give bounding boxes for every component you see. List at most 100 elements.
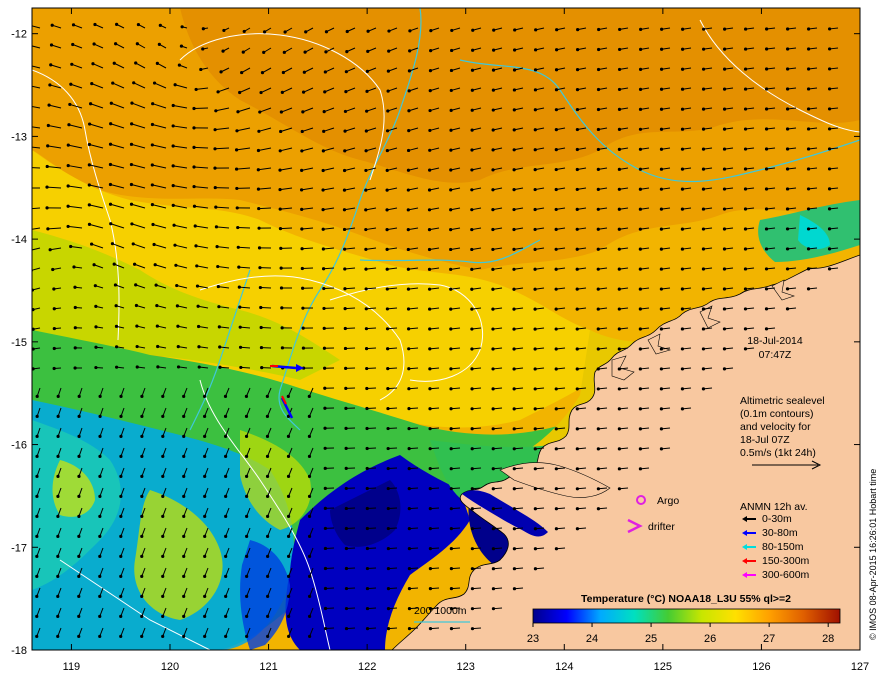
velocity-arrowhead bbox=[617, 367, 621, 371]
velocity-arrowhead bbox=[680, 347, 685, 351]
velocity-arrowhead bbox=[28, 249, 31, 252]
velocity-arrowhead bbox=[428, 327, 432, 331]
velocity-arrowhead bbox=[701, 87, 706, 91]
velocity-arrowhead bbox=[764, 167, 769, 171]
velocity-arrowhead bbox=[323, 486, 327, 490]
velocity-arrowhead bbox=[596, 387, 600, 391]
velocity-arrowhead bbox=[182, 494, 186, 498]
velocity-arrowhead bbox=[323, 70, 327, 74]
velocity-arrowhead bbox=[238, 305, 242, 309]
velocity-arrowhead bbox=[512, 88, 517, 92]
velocity-arrowhead bbox=[638, 367, 642, 371]
velocity-arrowhead bbox=[266, 594, 270, 599]
velocity-arrowhead bbox=[150, 143, 154, 147]
velocity-arrowhead bbox=[258, 266, 262, 270]
velocity-arrowhead bbox=[203, 514, 207, 519]
velocity-arrowhead bbox=[827, 167, 832, 171]
velocity-arrowhead bbox=[224, 574, 228, 579]
velocity-arrowhead bbox=[119, 494, 123, 498]
velocity-arrowhead bbox=[470, 168, 474, 172]
velocity-arrowhead bbox=[512, 587, 517, 591]
velocity-arrowhead bbox=[56, 554, 60, 559]
velocity-arrowhead bbox=[56, 634, 60, 639]
velocity-arrowhead bbox=[132, 81, 136, 85]
velocity-arrowhead bbox=[722, 227, 727, 231]
velocity-arrowhead bbox=[491, 108, 495, 112]
velocity-arrowhead bbox=[234, 148, 239, 152]
y-tick-label: -12 bbox=[11, 29, 27, 41]
velocity-arrowhead bbox=[281, 70, 285, 75]
velocity-arrowhead bbox=[224, 534, 228, 539]
velocity-arrowhead bbox=[203, 494, 207, 498]
velocity-arrowhead bbox=[701, 47, 706, 51]
velocity-arrowhead bbox=[386, 446, 390, 451]
velocity-arrowhead bbox=[98, 594, 102, 599]
velocity-arrowhead bbox=[406, 287, 411, 291]
velocity-arrowhead bbox=[192, 204, 197, 208]
velocity-arrowhead bbox=[512, 68, 517, 72]
velocity-arrowhead bbox=[323, 506, 327, 510]
velocity-arrowhead bbox=[533, 327, 537, 331]
velocity-arrowhead bbox=[321, 227, 325, 231]
velocity-arrowhead bbox=[304, 30, 308, 34]
velocity-arrowhead bbox=[343, 109, 348, 114]
velocity-arrowhead bbox=[77, 414, 81, 418]
velocity-arrowhead bbox=[302, 70, 306, 74]
velocity-arrowhead bbox=[385, 267, 389, 271]
velocity-arrowhead bbox=[764, 87, 769, 91]
velocity-arrowhead bbox=[192, 165, 196, 169]
velocity-arrowhead bbox=[161, 434, 165, 438]
velocity-arrowhead bbox=[119, 434, 123, 438]
velocity-arrowhead bbox=[617, 167, 621, 171]
velocity-arrowhead bbox=[512, 108, 516, 112]
velocity-arrowhead bbox=[764, 247, 769, 251]
velocity-arrowhead bbox=[94, 304, 98, 308]
colorbar-title: Temperature (°C) NOAA18_L3U 55% ql>=2 bbox=[581, 593, 791, 605]
velocity-arrowhead bbox=[806, 287, 811, 291]
velocity-arrowhead bbox=[512, 267, 516, 271]
velocity-arrowhead bbox=[324, 50, 328, 54]
velocity-arrowhead bbox=[554, 407, 558, 411]
velocity-arrowhead bbox=[112, 262, 116, 266]
velocity-arrowhead bbox=[35, 554, 39, 559]
velocity-arrowhead bbox=[203, 414, 207, 418]
velocity-arrowhead bbox=[150, 122, 155, 127]
velocity-arrowhead bbox=[449, 527, 453, 531]
velocity-arrowhead bbox=[129, 162, 134, 167]
velocity-arrowhead bbox=[386, 367, 390, 371]
velocity-arrowhead bbox=[428, 168, 432, 172]
velocity-arrowhead bbox=[407, 567, 412, 571]
velocity-arrowhead bbox=[449, 407, 453, 411]
velocity-arrowhead bbox=[265, 414, 270, 418]
velocity-arrowhead bbox=[323, 526, 328, 531]
velocity-arrowhead bbox=[366, 29, 370, 33]
velocity-arrowhead bbox=[554, 447, 558, 451]
velocity-arrowhead bbox=[492, 48, 496, 52]
velocity-arrowhead bbox=[279, 110, 283, 114]
velocity-arrowhead bbox=[617, 407, 621, 411]
velocity-arrowhead bbox=[245, 574, 249, 579]
velocity-arrowhead bbox=[764, 207, 769, 211]
velocity-arrowhead bbox=[554, 227, 558, 231]
velocity-arrowhead bbox=[197, 345, 201, 349]
velocity-arrowhead bbox=[365, 109, 369, 113]
velocity-arrowhead bbox=[428, 307, 432, 311]
x-tick-label: 122 bbox=[358, 661, 376, 673]
velocity-arrowhead bbox=[512, 347, 516, 351]
velocity-arrowhead bbox=[344, 466, 348, 471]
velocity-arrowhead bbox=[244, 414, 249, 418]
velocity-arrowhead bbox=[743, 207, 748, 211]
velocity-arrowhead bbox=[287, 634, 291, 639]
velocity-arrowhead bbox=[596, 407, 600, 411]
velocity-arrowhead bbox=[135, 324, 139, 328]
velocity-arrowhead bbox=[449, 267, 453, 271]
velocity-arrowhead bbox=[385, 307, 390, 311]
velocity-arrowhead bbox=[680, 287, 685, 291]
velocity-arrowhead bbox=[364, 327, 369, 331]
velocity-arrowhead bbox=[35, 534, 39, 539]
velocity-arrowhead bbox=[236, 245, 240, 249]
velocity-arrowhead bbox=[596, 127, 601, 132]
credit-text: © IMOS 08-Apr-2015 16:26:01 Hobart time bbox=[868, 469, 878, 640]
velocity-arrowhead bbox=[449, 208, 453, 212]
velocity-arrowhead bbox=[827, 107, 832, 111]
